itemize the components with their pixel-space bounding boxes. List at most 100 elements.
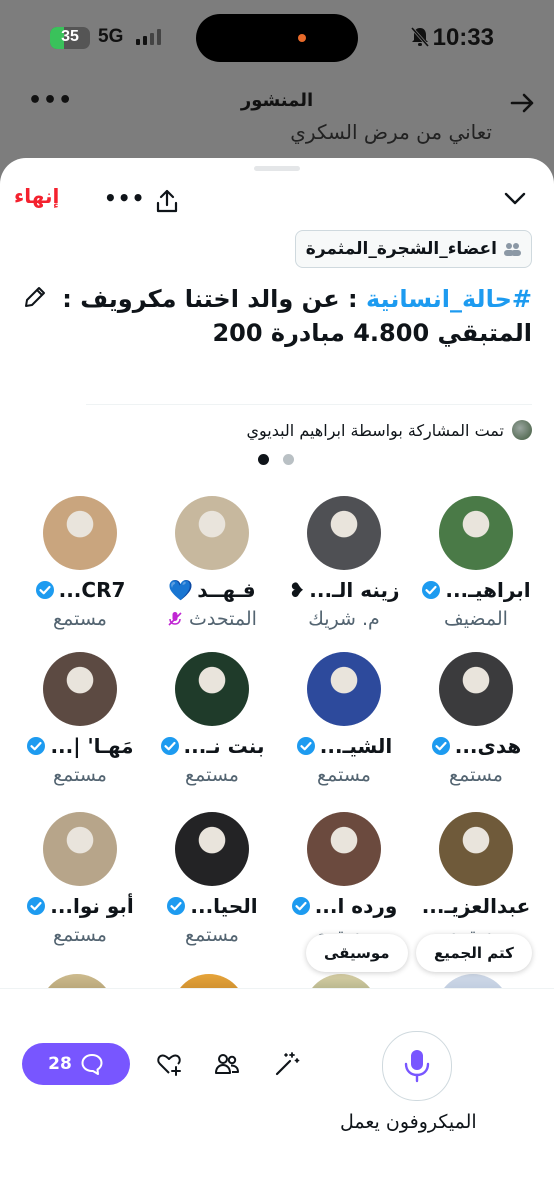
magic-wand-icon[interactable] — [274, 1051, 300, 1077]
participant[interactable]: عبدالعزيـ...مستمع — [412, 812, 540, 946]
participant-role-row: م. شريك — [280, 608, 408, 630]
participant-role-row: مستمع — [16, 608, 144, 630]
participant[interactable]: زينه الـ... ❥ م. شريك — [280, 496, 408, 630]
space-title: #حالة_انسانية : عن والد اختنا مكرويف : ا… — [62, 282, 532, 350]
avatar[interactable] — [307, 496, 381, 570]
participant-name: هدى... — [454, 734, 522, 758]
participant-name-row: عبدالعزيـ... — [412, 894, 540, 918]
participant-name-row: ورده ا... — [280, 894, 408, 918]
space-controls-bar: 28 الميكروفون يعمل — [0, 988, 554, 1201]
comment-bubble-icon — [81, 1054, 103, 1075]
back-arrow-icon[interactable] — [510, 92, 536, 114]
participant-name-row: هدى... — [412, 734, 540, 758]
participant-role-row: مستمع — [148, 764, 276, 786]
verified-badge-icon — [35, 581, 54, 599]
participant-name-row: بنت نـ... — [148, 734, 276, 758]
participant[interactable]: بنت نـ... مستمع — [148, 652, 276, 786]
network-type: 5G — [98, 26, 124, 47]
participant-name: CR7... — [58, 578, 126, 602]
post-header: ••• المنشور تعاني من مرض السكري — [0, 76, 554, 160]
verified-badge-icon — [431, 737, 450, 755]
avatar[interactable] — [43, 496, 117, 570]
participant-name: أبو نوا... — [50, 894, 134, 918]
verified-badge-icon — [422, 581, 441, 599]
participant[interactable]: ابراهيـ... المضيف — [412, 496, 540, 630]
avatar[interactable] — [175, 812, 249, 886]
participant[interactable]: مَهـا' |... مستمع — [16, 652, 144, 786]
participant-name-row: فـهــد 💙 — [148, 578, 276, 602]
heart-add-icon[interactable] — [156, 1051, 182, 1077]
page-title: المنشور — [240, 90, 314, 111]
page-dot-active[interactable] — [258, 454, 269, 465]
post-text-behind: تعاني من مرض السكري — [290, 120, 492, 144]
participant-name-row: مَهـا' |... — [16, 734, 144, 758]
participant-role: مستمع — [185, 924, 239, 946]
more-icon[interactable]: ••• — [104, 186, 145, 210]
title-hashtag[interactable]: #حالة_انسانية — [366, 285, 532, 313]
mute-all-button[interactable]: كتم الجميع — [416, 934, 532, 972]
participant-name: عبدالعزيـ... — [421, 894, 531, 918]
chevron-down-icon[interactable] — [504, 192, 526, 206]
battery-indicator: 35 — [50, 27, 90, 49]
participant-role-row: المضيف — [412, 608, 540, 630]
comments-button[interactable]: 28 — [22, 1043, 130, 1085]
avatar[interactable] — [43, 812, 117, 886]
participant-name-row: CR7... — [16, 578, 144, 602]
participant-role-row: مستمع — [148, 924, 276, 946]
avatar[interactable] — [175, 652, 249, 726]
participant-name: الحيا... — [190, 894, 258, 918]
participant-role: مستمع — [449, 764, 503, 786]
participant[interactable]: فـهــد 💙 المتحدث — [148, 496, 276, 630]
space-sheet: إنهاء ••• اعضاء_الشجرة_المثمرة #حالة_انس… — [0, 158, 554, 1000]
silent-bell-icon — [410, 27, 430, 47]
drag-handle[interactable] — [254, 166, 300, 171]
participant[interactable]: ورده ا...مستمع — [280, 812, 408, 946]
participant[interactable]: الشيـ... مستمع — [280, 652, 408, 786]
participant-role: المتحدث — [189, 608, 257, 630]
avatar[interactable] — [439, 652, 513, 726]
community-tag[interactable]: اعضاء_الشجرة_المثمرة — [294, 230, 532, 268]
shared-by-row: تمت المشاركة بواسطة ابراهيم البديوي — [246, 420, 532, 440]
microphone-icon — [404, 1050, 430, 1083]
participant-name-row: الشيـ... — [280, 734, 408, 758]
participant-name-row: زينه الـ... ❥ — [280, 578, 408, 602]
microphone-button[interactable] — [382, 1031, 452, 1101]
participant-role: مستمع — [185, 764, 239, 786]
verified-badge-icon — [27, 737, 46, 755]
participant-name: ابراهيـ... — [445, 578, 531, 602]
people-icon — [504, 243, 521, 256]
divider — [86, 404, 532, 405]
avatar[interactable] — [43, 652, 117, 726]
music-button[interactable]: موسيقى — [306, 934, 408, 972]
avatar[interactable] — [439, 812, 513, 886]
signal-icon — [136, 29, 161, 45]
end-space-button[interactable]: إنهاء — [14, 184, 59, 208]
participant[interactable]: أبو نوا... مستمع — [16, 812, 144, 946]
participant-role: مستمع — [53, 764, 107, 786]
avatar[interactable] — [439, 496, 513, 570]
participant-name-row: الحيا... — [148, 894, 276, 918]
battery-percent: 35 — [61, 28, 79, 45]
participant[interactable]: الحيا... مستمع — [148, 812, 276, 946]
participant-name: ورده ا... — [314, 894, 398, 918]
page-dot[interactable] — [283, 454, 294, 465]
participant[interactable]: CR7... مستمع — [16, 496, 144, 630]
name-emoji: 💙 — [168, 578, 194, 602]
share-icon[interactable] — [154, 188, 180, 214]
verified-badge-icon — [27, 897, 46, 915]
sharer-avatar — [512, 420, 532, 440]
people-icon[interactable] — [214, 1051, 240, 1077]
comments-count: 28 — [48, 1054, 72, 1074]
participant-name-row: أبو نوا... — [16, 894, 144, 918]
avatar[interactable] — [307, 812, 381, 886]
participant[interactable]: هدى... مستمع — [412, 652, 540, 786]
participant-name-row: ابراهيـ... — [412, 578, 540, 602]
pencil-icon[interactable] — [22, 284, 48, 310]
participant-name: مَهـا' |... — [50, 734, 134, 758]
participant-role-row: مستمع — [280, 764, 408, 786]
participant-role-row: مستمع — [16, 764, 144, 786]
shared-by-text: تمت المشاركة بواسطة ابراهيم البديوي — [246, 420, 504, 440]
verified-badge-icon — [296, 737, 315, 755]
avatar[interactable] — [307, 652, 381, 726]
avatar[interactable] — [175, 496, 249, 570]
